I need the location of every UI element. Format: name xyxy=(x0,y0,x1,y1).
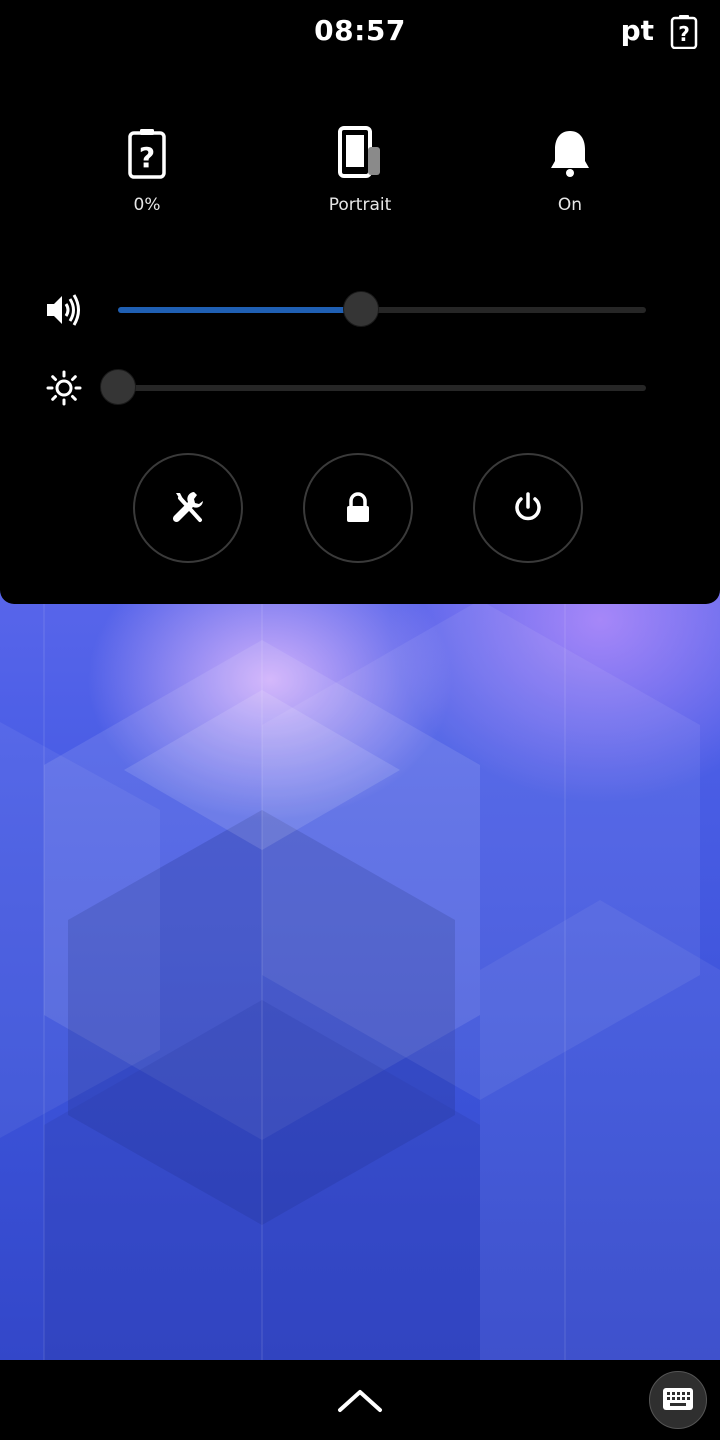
toggle-battery[interactable]: ? 0% xyxy=(67,125,227,225)
toggle-rotation-label: Portrait xyxy=(328,195,392,215)
settings-button[interactable] xyxy=(133,453,243,563)
speaker-volume-icon[interactable] xyxy=(44,292,82,328)
settings-tools-icon xyxy=(172,492,203,523)
chevron-up-icon[interactable] xyxy=(334,1382,386,1418)
lock-screen-button[interactable] xyxy=(303,453,413,563)
brightness-slider-row xyxy=(0,368,720,408)
keyboard-icon xyxy=(663,1388,693,1410)
bell-icon xyxy=(551,131,589,177)
toggle-notifications[interactable]: On xyxy=(490,125,650,225)
volume-slider-row xyxy=(0,290,720,330)
power-button[interactable] xyxy=(473,453,583,563)
battery-missing-icon: ? xyxy=(670,15,698,49)
keyboard-layout-indicator[interactable]: pt xyxy=(621,14,654,47)
on-screen-keyboard-button[interactable] xyxy=(649,1371,707,1429)
quick-settings-panel: 08:57 pt ? ? 0% Portrait On xyxy=(0,0,720,604)
svg-text:?: ? xyxy=(678,22,690,46)
battery-missing-icon: ? xyxy=(128,129,166,179)
volume-slider-knob[interactable] xyxy=(342,291,379,327)
volume-slider-fill xyxy=(118,307,361,313)
lock-icon xyxy=(347,492,369,522)
clock: 08:57 xyxy=(314,14,406,47)
quick-toggles: ? 0% Portrait On xyxy=(0,125,720,225)
brightness-slider[interactable] xyxy=(100,369,646,405)
volume-slider[interactable] xyxy=(118,291,646,327)
toggle-battery-label: 0% xyxy=(133,195,161,215)
svg-text:?: ? xyxy=(139,141,155,174)
power-icon xyxy=(515,492,541,521)
brightness-icon xyxy=(46,370,82,406)
brightness-slider-knob[interactable] xyxy=(100,369,136,405)
rotation-portrait-icon xyxy=(338,126,380,178)
bottom-bar xyxy=(0,1360,720,1440)
toggle-notifications-label: On xyxy=(557,195,583,215)
toggle-rotation[interactable]: Portrait xyxy=(280,125,440,225)
